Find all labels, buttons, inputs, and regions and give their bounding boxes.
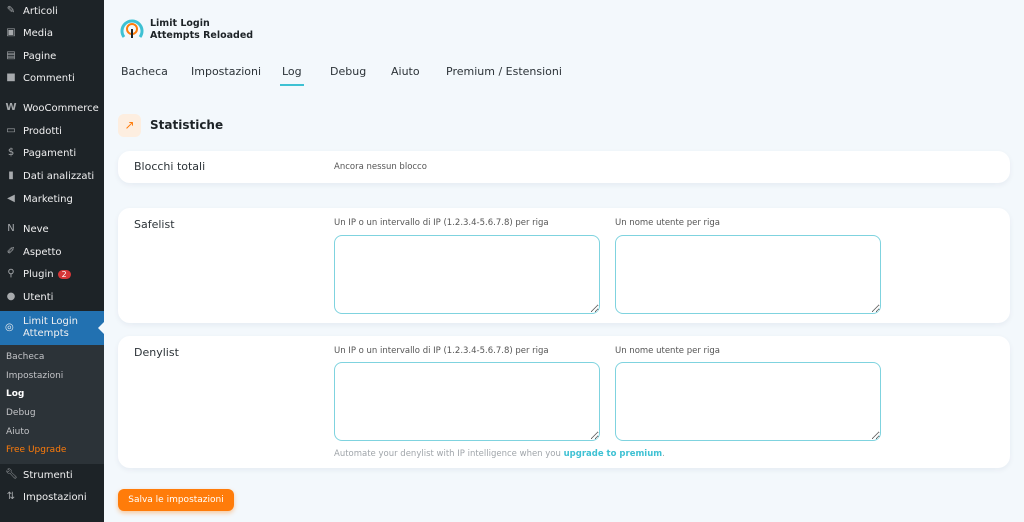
plugin-icon: ⚲ <box>7 268 15 279</box>
tab-bacheca[interactable]: Bacheca <box>121 65 168 78</box>
menu-pagine[interactable]: ▤ Pagine <box>0 45 104 67</box>
megaphone-icon: ◀ <box>7 193 15 204</box>
total-blocks-card: Blocchi totali Ancora nessun blocco <box>118 151 1010 183</box>
menu-strumenti[interactable]: 🔧︎ Strumenti <box>0 464 104 486</box>
menu-aspetto[interactable]: ✐ Aspetto <box>0 241 104 263</box>
tab-debug[interactable]: Debug <box>330 65 366 78</box>
safelist-ip-textarea[interactable] <box>334 235 600 314</box>
submenu-impostazioni[interactable]: Impostazioni <box>6 371 63 381</box>
submenu-bacheca[interactable]: Bacheca <box>6 352 44 362</box>
plugin-logo: Limit Login Attempts Reloaded <box>120 15 253 45</box>
tab-aiuto[interactable]: Aiuto <box>391 65 420 78</box>
denylist-ip-textarea[interactable] <box>334 362 600 441</box>
fingerprint-icon: ◎ <box>5 322 14 333</box>
dollar-icon: $ <box>7 147 15 158</box>
admin-sidebar: ✎ Articoli ▣ Media ▤ Pagine ■ Commenti W WooC… <box>0 0 104 522</box>
brush-icon: ✐ <box>6 246 16 257</box>
wrench-icon: 🔧︎ <box>5 469 18 480</box>
save-button[interactable]: Salva le impostazioni <box>118 489 234 511</box>
menu-commenti[interactable]: ■ Commenti <box>0 67 104 89</box>
submenu-free-upgrade[interactable]: Free Upgrade <box>6 445 66 455</box>
menu-impostazioni[interactable]: ⇅ Impostazioni <box>0 486 104 508</box>
pin-icon: ✎ <box>6 5 16 16</box>
safelist-card: Safelist Un IP o un intervallo di IP (1.… <box>118 208 1010 323</box>
pages-icon: ▤ <box>6 50 16 61</box>
submenu-debug[interactable]: Debug <box>6 408 36 418</box>
menu-woocommerce[interactable]: W WooCommerce <box>0 97 104 119</box>
menu-media[interactable]: ▣ Media <box>0 22 104 44</box>
menu-utenti[interactable]: ● Utenti <box>0 286 104 308</box>
logo-icon <box>120 19 144 38</box>
menu-prodotti[interactable]: ▭ Prodotti <box>0 120 104 142</box>
menu-articoli[interactable]: ✎ Articoli <box>0 0 104 22</box>
denylist-username-textarea[interactable] <box>615 362 881 441</box>
menu-dati-analizzati[interactable]: ▮ Dati analizzati <box>0 165 104 187</box>
submenu-aiuto[interactable]: Aiuto <box>6 427 29 437</box>
user-icon: ● <box>6 291 16 302</box>
safelist-username-textarea[interactable] <box>615 235 881 314</box>
submenu: Bacheca Impostazioni Log Debug Aiuto Fre… <box>0 345 104 464</box>
neve-icon: N <box>7 223 15 234</box>
upgrade-link[interactable]: upgrade to premium <box>564 449 663 459</box>
chart-icon: ▮ <box>8 170 14 181</box>
stats-icon: ↗ <box>118 114 141 137</box>
menu-pagamenti[interactable]: $ Pagamenti <box>0 142 104 164</box>
update-badge: 2 <box>57 269 71 279</box>
menu-marketing[interactable]: ◀ Marketing <box>0 188 104 210</box>
settings-icon: ⇅ <box>6 491 16 502</box>
comment-icon: ■ <box>6 72 16 83</box>
tab-impostazioni[interactable]: Impostazioni <box>191 65 261 78</box>
tab-log[interactable]: Log <box>280 65 304 86</box>
submenu-log[interactable]: Log <box>6 389 24 399</box>
menu-plugin[interactable]: ⚲ Plugin 2 <box>0 263 104 285</box>
menu-neve[interactable]: N Neve <box>0 218 104 240</box>
main-content: Limit Login Attempts Reloaded Bacheca Imp… <box>104 0 1024 522</box>
menu-limit-login-attempts[interactable]: ◎ Limit Login Attempts <box>0 311 104 345</box>
box-icon: ▭ <box>6 125 16 136</box>
tab-premium[interactable]: Premium / Estensioni <box>446 65 562 78</box>
woo-icon: W <box>5 102 17 113</box>
media-icon: ▣ <box>6 27 16 38</box>
section-title: Statistiche <box>150 118 224 132</box>
denylist-card: Denylist Un IP o un intervallo di IP (1.… <box>118 336 1010 468</box>
denylist-note: Automate your denylist with IP intellige… <box>334 449 665 459</box>
